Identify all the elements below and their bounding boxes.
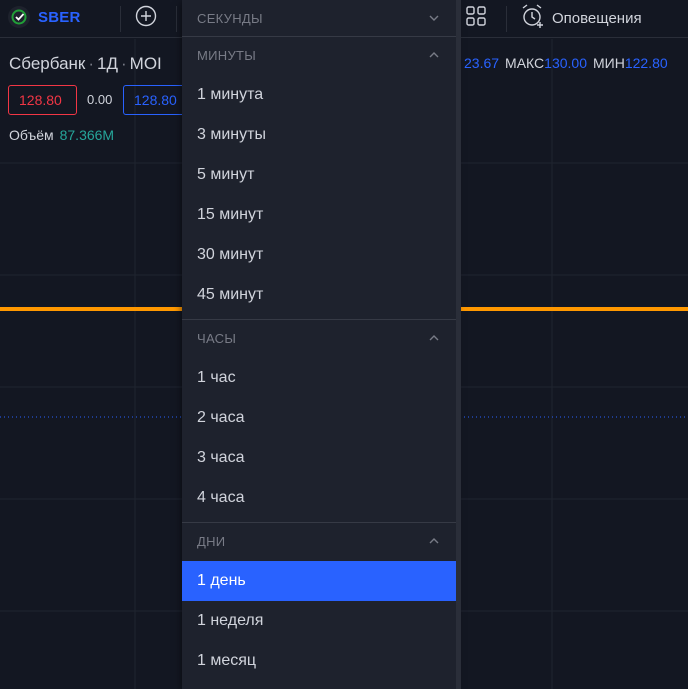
chevron-up-icon xyxy=(428,535,440,550)
alerts-button[interactable]: Оповещения xyxy=(520,3,642,34)
section-title: СЕКУНДЫ xyxy=(197,10,263,26)
section-header[interactable]: ДНИ xyxy=(182,523,456,559)
ohlc-high-value: 130.00 xyxy=(544,55,587,71)
symbol-search-button[interactable]: SBER xyxy=(8,6,80,28)
sell-price: 128.80 xyxy=(19,92,62,108)
legend-volume[interactable]: Объём 87.366M xyxy=(9,127,114,143)
interval-option[interactable]: 30 минут xyxy=(182,235,456,275)
section-header[interactable]: ЧАСЫ xyxy=(182,320,456,356)
interval-option[interactable]: 1 неделя xyxy=(182,601,456,641)
legend-symbol-name: Сбербанк xyxy=(9,54,86,73)
section-title: ДНИ xyxy=(197,533,226,549)
interval-option[interactable]: 1 час xyxy=(182,358,456,398)
compare-symbol-button[interactable] xyxy=(132,4,160,32)
interval-option[interactable]: 1 минута xyxy=(182,75,456,115)
interval-option[interactable]: 1 месяц xyxy=(182,641,456,681)
legend-exchange: MOI xyxy=(129,54,162,73)
chevron-up-icon xyxy=(428,332,440,347)
layout-button[interactable] xyxy=(462,4,490,32)
toolbar-divider xyxy=(506,6,507,32)
section-header[interactable]: СЕКУНДЫ xyxy=(182,0,456,36)
interval-option[interactable]: 3 минуты xyxy=(182,115,456,155)
section-title: МИНУТЫ xyxy=(197,47,257,63)
toolbar-divider xyxy=(120,6,121,32)
section-title: ЧАСЫ xyxy=(197,330,237,346)
plus-circle-icon xyxy=(134,4,158,33)
legend-title[interactable]: Сбербанк · 1Д · MOI xyxy=(9,54,162,74)
volume-value: 87.366M xyxy=(59,127,115,143)
sber-logo-icon xyxy=(8,6,30,28)
interval-option[interactable]: 2 часа xyxy=(182,398,456,438)
chevron-up-icon xyxy=(428,49,440,64)
interval-option[interactable]: 45 минут xyxy=(182,275,456,315)
volume-label: Объём xyxy=(9,127,54,143)
interval-option[interactable]: 15 минут xyxy=(182,195,456,235)
alerts-label: Оповещения xyxy=(552,9,642,27)
interval-option[interactable]: 1 день xyxy=(182,561,456,601)
section-header[interactable]: МИНУТЫ xyxy=(182,37,456,73)
alarm-clock-plus-icon xyxy=(520,3,546,34)
sell-button[interactable]: 128.80 xyxy=(8,85,77,115)
spread-value: 0.00 xyxy=(87,92,113,107)
interval-option[interactable]: 4 часа xyxy=(182,478,456,518)
interval-dropdown: СЕКУНДЫ МИНУТЫ 1 минута 3 минуты 5 минут 15 м… xyxy=(182,0,456,689)
legend-separator: · xyxy=(88,54,95,73)
dropdown-scrollbar[interactable] xyxy=(456,0,461,689)
legend-interval: 1Д xyxy=(97,54,118,73)
grid-layout-icon xyxy=(465,5,487,32)
interval-option[interactable]: 3 часа xyxy=(182,438,456,478)
ohlc-partial-value: 23.67 xyxy=(464,55,500,71)
legend-separator: · xyxy=(121,54,127,73)
toolbar-divider xyxy=(176,6,177,32)
symbol-name: SBER xyxy=(38,8,81,26)
legend-ohlc: 23.67 МАКС130.00 МИН122.80 xyxy=(464,55,668,71)
ohlc-low-value: 122.80 xyxy=(624,55,668,71)
buy-price: 128.80 xyxy=(134,92,177,108)
ohlc-low-label: МИН xyxy=(592,55,625,71)
ohlc-high-label: МАКС xyxy=(505,55,545,71)
buy-button[interactable]: 128.80 xyxy=(123,85,183,115)
chevron-down-icon xyxy=(428,12,440,27)
interval-option[interactable]: 5 минут xyxy=(182,155,456,195)
